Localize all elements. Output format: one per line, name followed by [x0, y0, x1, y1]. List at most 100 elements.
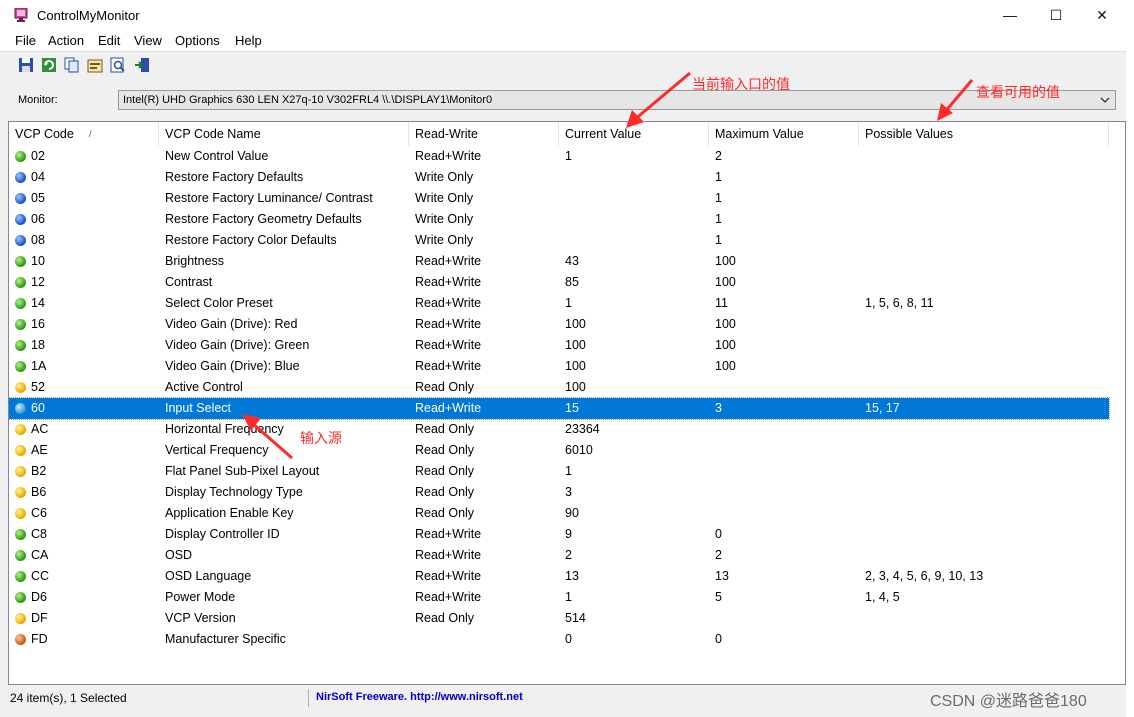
table-row[interactable]: D6 Power Mode Read+Write 1 5 1, 4, 5 [9, 587, 1109, 608]
table-row[interactable]: 02 New Control Value Read+Write 1 2 [9, 146, 1109, 167]
vcp-name-cell: Display Technology Type [165, 485, 303, 499]
table-row[interactable]: 52 Active Control Read Only 100 [9, 377, 1109, 398]
nirsoft-link[interactable]: NirSoft Freeware. http://www.nirsoft.net [316, 691, 523, 703]
find-icon[interactable] [110, 57, 126, 73]
maximum-value-cell: 1 [715, 191, 722, 205]
menu-edit[interactable]: Edit [98, 33, 120, 48]
vcp-code-cell: B6 [31, 485, 47, 499]
table-row[interactable]: B2 Flat Panel Sub-Pixel Layout Read Only 1 [9, 461, 1109, 482]
vcp-name-cell: Vertical Frequency [165, 443, 269, 457]
column-header-vcp-code-name[interactable]: VCP Code Name [159, 122, 409, 146]
table-row[interactable]: 10 Brightness Read+Write 43 100 [9, 251, 1109, 272]
possible-values-cell: 1, 5, 6, 8, 11 [865, 296, 934, 310]
menu-view[interactable]: View [134, 33, 162, 48]
table-row[interactable]: 08 Restore Factory Color Defaults Write On… [9, 230, 1109, 251]
vcp-name-cell: New Control Value [165, 149, 269, 163]
read-write-cell: Read Only [415, 611, 475, 625]
read-write-cell: Read+Write [415, 254, 482, 268]
table-row[interactable]: DF VCP Version Read Only 514 [9, 608, 1109, 629]
status-dot-icon [15, 151, 26, 162]
table-row[interactable]: 16 Video Gain (Drive): Red Read+Write 100 10… [9, 314, 1109, 335]
possible-values-cell: 1, 4, 5 [865, 590, 900, 604]
watermark-text: CSDN @迷路爸爸180 [930, 693, 1087, 710]
table-row[interactable]: 1A Video Gain (Drive): Blue Read+Write 100 1… [9, 356, 1109, 377]
menu-action[interactable]: Action [48, 33, 84, 48]
column-header-vcp-code[interactable]: VCP Code / [9, 122, 159, 146]
vcp-code-cell: 14 [31, 296, 45, 310]
refresh-icon[interactable] [41, 57, 57, 73]
table-row[interactable]: CC OSD Language Read+Write 13 13 2, 3, 4, 5, … [9, 566, 1109, 587]
column-header-label: Read-Write [415, 127, 478, 141]
vcp-code-cell: FD [31, 632, 48, 646]
table-row[interactable]: 12 Contrast Read+Write 85 100 [9, 272, 1109, 293]
column-header-read-write[interactable]: Read-Write [409, 122, 559, 146]
table-row[interactable]: B6 Display Technology Type Read Only 3 [9, 482, 1109, 503]
save-icon[interactable] [18, 57, 34, 73]
window-title: ControlMyMonitor [37, 8, 140, 23]
possible-values-cell: 2, 3, 4, 5, 6, 9, 10, 13 [865, 569, 984, 583]
current-value-cell: 100 [565, 317, 586, 331]
chevron-down-icon[interactable] [1097, 92, 1113, 108]
table-row[interactable]: 04 Restore Factory Defaults Write Only 1 [9, 167, 1109, 188]
toolbar [0, 51, 1126, 81]
read-write-cell: Read+Write [415, 275, 482, 289]
status-dot-icon [15, 424, 26, 435]
column-header-current-value[interactable]: Current Value [559, 122, 709, 146]
status-dot-icon [15, 613, 26, 624]
background-strip [1126, 0, 1134, 717]
monitor-dropdown[interactable]: Intel(R) UHD Graphics 630 LEN X27q-10 V3… [118, 90, 1116, 110]
table-row[interactable]: 14 Select Color Preset Read+Write 1 11 1, 5, … [9, 293, 1109, 314]
menu-options[interactable]: Options [175, 33, 220, 48]
status-dot-icon [15, 298, 26, 309]
menu-file[interactable]: File [15, 33, 36, 48]
table-row[interactable]: 05 Restore Factory Luminance/ Contrast Wri… [9, 188, 1109, 209]
table-row[interactable]: C8 Display Controller ID Read+Write 9 0 [9, 524, 1109, 545]
copy-icon[interactable] [64, 57, 80, 73]
maximize-button[interactable]: ☐ [1033, 0, 1079, 30]
read-write-cell: Read+Write [415, 401, 482, 415]
table-row[interactable]: 18 Video Gain (Drive): Green Read+Write 100… [9, 335, 1109, 356]
monitor-dropdown-value: Intel(R) UHD Graphics 630 LEN X27q-10 V3… [123, 94, 493, 106]
current-value-cell: 1 [565, 464, 572, 478]
maximum-value-cell: 100 [715, 317, 736, 331]
menu-help[interactable]: Help [235, 33, 262, 48]
table-row[interactable]: 06 Restore Factory Geometry Defaults Write… [9, 209, 1109, 230]
maximum-value-cell: 3 [715, 401, 722, 415]
sort-indicator-icon: / [89, 129, 92, 139]
vcp-code-cell: 05 [31, 191, 45, 205]
vcp-name-cell: Input Select [165, 401, 232, 415]
table-row[interactable]: 60 Input Select Read+Write 15 3 15, 17 [9, 397, 1110, 420]
maximum-value-cell: 2 [715, 548, 722, 562]
status-dot-icon [15, 256, 26, 267]
maximum-value-cell: 0 [715, 527, 722, 541]
close-button[interactable]: ✕ [1079, 0, 1125, 30]
table-row[interactable]: FD Manufacturer Specific 0 0 [9, 629, 1109, 650]
status-item-count: 24 item(s), 1 Selected [10, 691, 127, 705]
possible-values-cell: 15, 17 [865, 401, 900, 415]
app-window: ControlMyMonitor — ☐ ✕ File Action Edit … [0, 0, 1127, 717]
table-row[interactable]: AE Vertical Frequency Read Only 6010 [9, 440, 1109, 461]
current-value-cell: 15 [565, 401, 579, 415]
table-row[interactable]: C6 Application Enable Key Read Only 90 [9, 503, 1109, 524]
maximum-value-cell: 100 [715, 338, 736, 352]
exit-icon[interactable] [134, 57, 150, 73]
vcp-code-cell: 18 [31, 338, 45, 352]
vcp-name-cell: OSD [165, 548, 193, 562]
vcp-code-cell: B2 [31, 464, 47, 478]
minimize-button[interactable]: — [987, 0, 1033, 30]
vcp-name-cell: Contrast [165, 275, 213, 289]
current-value-cell: 90 [565, 506, 579, 520]
read-write-cell: Read+Write [415, 548, 482, 562]
status-dot-icon [15, 571, 26, 582]
vcp-name-cell: Application Enable Key [165, 506, 294, 520]
table-row[interactable]: AC Horizontal Frequency Read Only 23364 [9, 419, 1109, 440]
status-dot-icon [15, 382, 26, 393]
column-header-possible-values[interactable]: Possible Values [859, 122, 1109, 146]
column-header-maximum-value[interactable]: Maximum Value [709, 122, 859, 146]
status-dot-icon [15, 550, 26, 561]
menu-bar: File Action Edit View Options Help [0, 30, 1126, 51]
table-row[interactable]: CA OSD Read+Write 2 2 [9, 545, 1109, 566]
properties-icon[interactable] [87, 57, 103, 73]
column-header-label: Current Value [565, 127, 642, 141]
vcp-list-view[interactable]: VCP Code / VCP Code Name Read-Write Curr… [8, 121, 1126, 685]
